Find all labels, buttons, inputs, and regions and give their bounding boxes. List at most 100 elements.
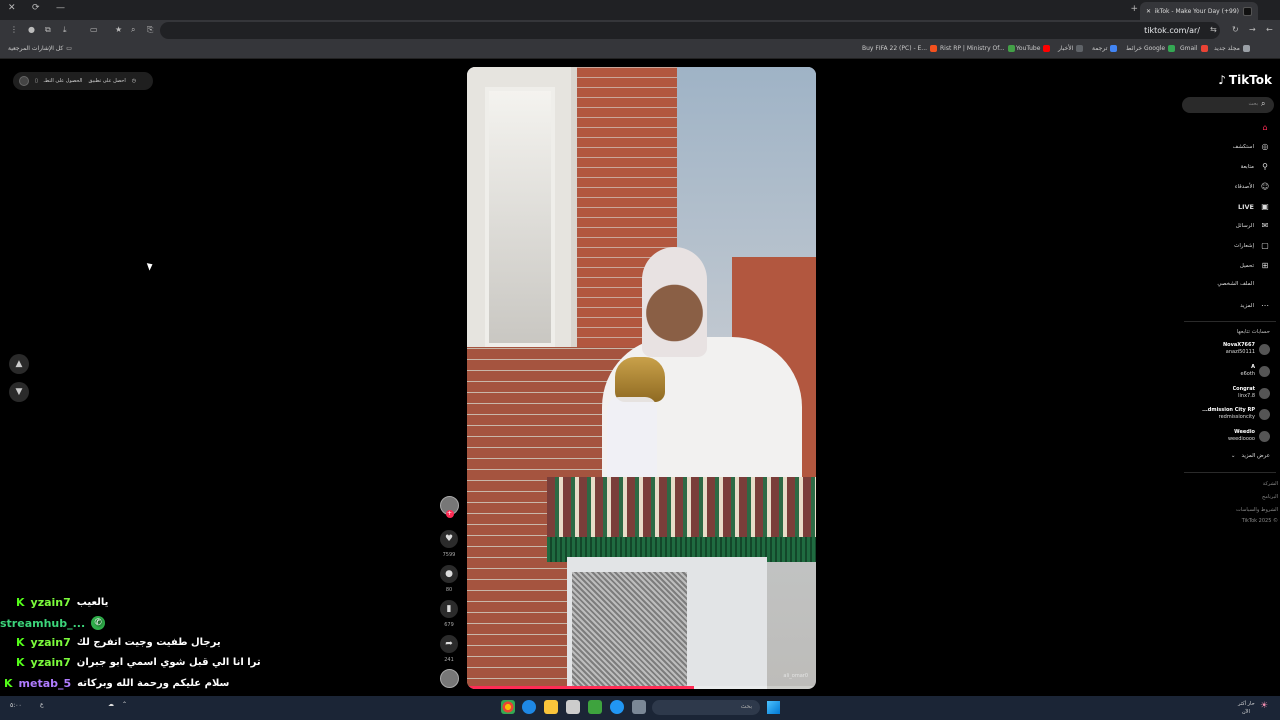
bookmark-item[interactable]: Gmail xyxy=(1180,45,1208,52)
chevron-down-icon: ▼ xyxy=(15,387,23,397)
like-button[interactable]: ♥ 7599 xyxy=(439,530,459,558)
search-icon[interactable]: ⌕ xyxy=(1261,99,1265,109)
comment-button[interactable]: ● 80 xyxy=(439,565,459,593)
followed-account[interactable]: Weedio weedioooo xyxy=(1228,429,1270,443)
all-bookmarks[interactable]: كل الإشارات المرجعية ▭ xyxy=(8,45,72,52)
account-name: A xyxy=(1251,364,1255,370)
restore-icon[interactable]: ⟳ xyxy=(32,3,40,13)
sidebar-item-live[interactable]: ▣ LIVE xyxy=(1238,202,1270,211)
followed-account[interactable]: Ae6oth xyxy=(1241,364,1270,378)
kick-badge-icon: K xyxy=(16,636,25,649)
forward-icon[interactable]: → xyxy=(1249,25,1256,34)
more-icon: ⋯ xyxy=(1261,301,1269,310)
get-app-label-1[interactable]: احصل على تطبيق xyxy=(88,78,125,84)
tab-close-icon[interactable]: ✕ xyxy=(1146,8,1151,15)
account-handle: e6oth xyxy=(1240,371,1255,377)
profile-icon[interactable]: ● xyxy=(28,25,35,34)
avatar xyxy=(1259,408,1270,420)
close-window-icon[interactable]: ✕ xyxy=(8,3,16,13)
sidebar-item-home[interactable]: ⌂ xyxy=(1254,123,1270,132)
share-icon[interactable]: ⎘ xyxy=(147,25,153,35)
bookmark-item[interactable]: Rist RP | Ministry Of... xyxy=(940,45,1015,52)
minimize-icon[interactable]: — xyxy=(56,3,65,13)
app-icon[interactable] xyxy=(588,700,602,714)
save-button[interactable]: ▮ 679 xyxy=(439,600,459,628)
taskbar-search[interactable]: بحث xyxy=(652,700,760,715)
bookmark-item[interactable]: ترجمة xyxy=(1092,45,1118,52)
menu-icon[interactable]: ⋮ xyxy=(10,25,18,34)
file-explorer-icon[interactable] xyxy=(544,700,558,714)
reload-icon[interactable]: ↻ xyxy=(1232,25,1239,34)
sidebar-item-upload[interactable]: ⊞ تحميل xyxy=(1240,261,1270,270)
sidebar-item-profile[interactable]: الملف الشخصي xyxy=(1217,281,1270,287)
sidebar-item-notifications[interactable]: ▢ إشعارات xyxy=(1234,241,1270,250)
extensions-icon[interactable]: ⧉ xyxy=(45,25,51,35)
new-tab-icon[interactable]: + xyxy=(1130,4,1138,14)
browser-tab[interactable]: (99+) TikTok - Make Your Day ✕ xyxy=(1140,2,1258,20)
windows-start-icon[interactable] xyxy=(767,701,780,714)
footer-link[interactable]: © 2025 TikTok xyxy=(1242,518,1278,524)
video-watermark: ali_omar0 xyxy=(783,673,808,679)
get-app-label-2[interactable]: الحصول على التطـ xyxy=(44,78,83,84)
sidebar-item-more[interactable]: ⋯ المزيد xyxy=(1240,301,1270,310)
followed-account[interactable]: NovaX7667 anazi50111 xyxy=(1223,342,1270,356)
tiktok-logo[interactable]: ♪ TikTok xyxy=(1218,73,1272,87)
chat-text: يالعيب xyxy=(76,597,109,608)
footer-link[interactable]: الشركة xyxy=(1263,481,1278,487)
task-view-icon[interactable] xyxy=(632,700,646,714)
save-count: 679 xyxy=(444,622,454,628)
bookmark-item[interactable]: الأخبار xyxy=(1058,45,1084,52)
follow-plus-icon[interactable]: + xyxy=(445,510,454,518)
comment-icon: ● xyxy=(440,565,458,583)
weather-icon[interactable]: ☀ xyxy=(1260,701,1268,711)
weather-sub: الآن xyxy=(1242,709,1250,715)
sidebar-item-messages[interactable]: ✉ الرسائل xyxy=(1236,221,1270,230)
back-icon[interactable]: ← xyxy=(1266,25,1273,34)
bookmark-item[interactable]: YouTube xyxy=(1016,45,1051,52)
cloud-icon[interactable]: ☁ xyxy=(108,701,114,708)
address-bar[interactable] xyxy=(160,22,1220,39)
upload-icon: ⊞ xyxy=(1261,261,1269,270)
sidebar-item-friends[interactable]: ☺ الأصدقاء xyxy=(1235,182,1270,191)
next-video-button[interactable]: ▼ xyxy=(9,382,29,402)
bookmark-label: مجلد جديد xyxy=(1214,45,1240,52)
creator-avatar-button[interactable]: + xyxy=(439,496,459,518)
chat-username: yzain7 xyxy=(30,656,71,669)
video-player[interactable]: ali_omar0 xyxy=(467,67,816,689)
video-progress-bar[interactable] xyxy=(467,686,816,689)
bookmark-label: خرائط Google xyxy=(1126,45,1166,52)
footer-link[interactable]: البرنامج xyxy=(1262,494,1278,500)
bookmark-favicon-icon xyxy=(1007,45,1015,52)
browser-icon[interactable] xyxy=(610,700,624,714)
url-text[interactable]: tiktok.com/ar/ xyxy=(1144,26,1200,35)
site-settings-icon[interactable]: ⇆ xyxy=(1210,25,1217,34)
chat-message: streamhub_... ✆ xyxy=(0,616,106,630)
bookmark-item[interactable]: خرائط Google xyxy=(1126,45,1176,52)
sidebar-item-following[interactable]: ⚲ متابعة xyxy=(1241,162,1270,171)
tray-chevron-icon[interactable]: ⌃ xyxy=(122,701,127,708)
see-more-button[interactable]: عرض المزيد ⌄ xyxy=(1231,453,1270,459)
chrome-icon[interactable] xyxy=(501,700,515,714)
previous-video-button[interactable]: ▲ xyxy=(9,354,29,374)
zoom-icon[interactable]: ⌕ xyxy=(131,25,135,35)
side-panel-icon[interactable]: ▭ xyxy=(90,25,98,34)
edge-icon[interactable] xyxy=(522,700,536,714)
share-button[interactable]: ➦ 241 xyxy=(439,635,459,663)
bookmark-star-icon[interactable]: ★ xyxy=(115,25,122,34)
download-icon[interactable]: ⤓ xyxy=(63,25,67,35)
store-icon[interactable] xyxy=(566,700,580,714)
get-app-bar[interactable]: ▯ الحصول على التطـ احصل على تطبيق ◷ xyxy=(13,72,153,90)
bookmark-item[interactable]: Buy FIFA 22 (PC) - E... xyxy=(862,45,938,52)
followed-account[interactable]: ...dmission City RP redmissioncity xyxy=(1202,407,1270,421)
sidebar-item-label: تحميل xyxy=(1239,262,1254,269)
weather-text[interactable]: حار أكثر xyxy=(1238,701,1255,707)
clock[interactable]: ٥:٠٠ xyxy=(10,702,22,709)
kick-badge-icon: K xyxy=(16,656,25,669)
sidebar-item-compass[interactable]: ◎ استكشف xyxy=(1233,142,1270,151)
footer-link[interactable]: الشروط والسياسات xyxy=(1236,507,1278,513)
language-icon[interactable]: ع xyxy=(40,701,44,708)
bookmark-item[interactable]: مجلد جديد xyxy=(1214,45,1250,52)
music-disc-icon xyxy=(439,669,459,688)
followed-account[interactable]: Congrat linx7.8 xyxy=(1233,386,1270,400)
music-disc-button[interactable] xyxy=(439,669,459,688)
